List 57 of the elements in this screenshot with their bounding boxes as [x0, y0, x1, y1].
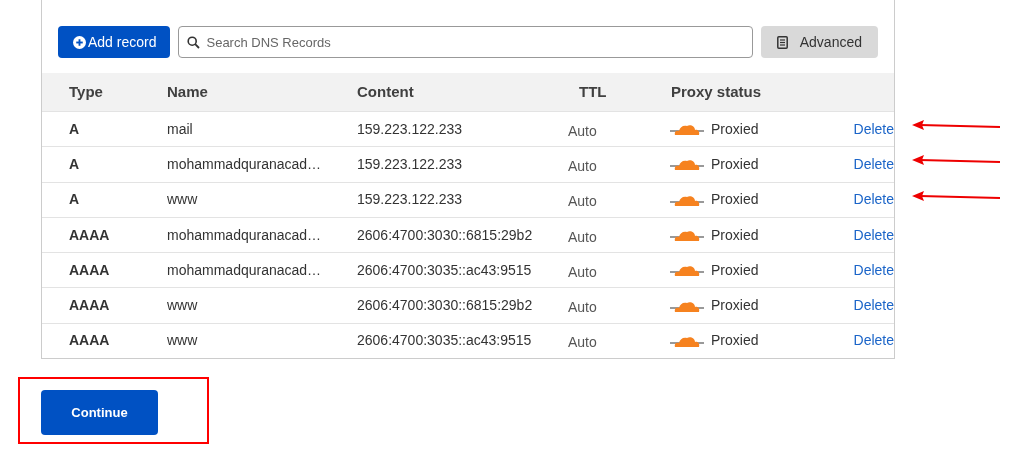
table-cell-text: 159.223.122.233 [357, 119, 464, 139]
table-cell-text: www [167, 331, 199, 351]
delete-link[interactable]: Delete [853, 120, 894, 137]
table-cell-text: 2606:4700:3035::ac43:9515 [357, 331, 533, 351]
add-record-button[interactable]: Add record [58, 26, 171, 58]
plus-circle-icon [73, 35, 86, 49]
table-cell-text: mohammadquranacad… [167, 154, 323, 174]
table-cell-text: AAAA [68, 260, 111, 280]
continue-button[interactable]: Continue [41, 390, 158, 436]
table-cell-text: 2606:4700:3035::ac43:9515 [357, 260, 533, 280]
table-cell-text: AAAA [68, 225, 111, 245]
table-cell-text: 159.223.122.233 [357, 154, 464, 174]
table-cell-text: Auto [568, 121, 598, 141]
proxy-status-text: Proxied [711, 119, 759, 139]
table-cell-text: mail [167, 119, 194, 139]
column-header: Type [68, 81, 104, 102]
table-cell-text: AAAA [68, 331, 111, 351]
table-cell-text: 2606:4700:3030::6815:29b2 [357, 225, 534, 245]
delete-link[interactable]: Delete [853, 155, 894, 172]
table-cell-text: 159.223.122.233 [357, 190, 464, 210]
delete-link[interactable]: Delete [853, 261, 894, 278]
proxy-status-text: Proxied [711, 260, 759, 280]
proxy-status-text: Proxied [711, 296, 759, 316]
document-icon [776, 35, 788, 49]
delete-link[interactable]: Delete [853, 332, 894, 349]
table-cell-text: AAAA [68, 296, 111, 316]
cloud-icon [669, 263, 705, 278]
advanced-button[interactable]: Advanced [760, 26, 878, 58]
delete-link[interactable]: Delete [853, 297, 894, 314]
table-cell-text: A [68, 190, 81, 210]
table-cell-text: Auto [568, 298, 598, 318]
table-cell-text: Auto [568, 262, 598, 282]
table-cell-text: www [167, 296, 199, 316]
table-cell-text: Auto [568, 192, 598, 212]
table-cell-text: A [68, 154, 81, 174]
cloud-icon [669, 157, 705, 172]
table-cell-text: mohammadquranacad… [167, 225, 323, 245]
column-header: Content [357, 81, 415, 102]
column-header: Proxy status [671, 81, 763, 102]
table-cell-text: A [68, 119, 81, 139]
cloud-icon [669, 122, 705, 137]
proxy-status-text: Proxied [711, 190, 759, 210]
proxy-status-text: Proxied [711, 331, 759, 351]
table-cell-text: Auto [568, 227, 598, 247]
delete-link[interactable]: Delete [853, 226, 894, 243]
table-cell-text: www [167, 190, 199, 210]
proxy-status-text: Proxied [711, 154, 759, 174]
table-cell-text: Auto [568, 333, 598, 353]
table-cell-text: 2606:4700:3030::6815:29b2 [357, 296, 534, 316]
search-field[interactable]: Search DNS Records [178, 26, 753, 58]
column-header: TTL [579, 81, 608, 102]
proxy-status-text: Proxied [711, 225, 759, 245]
delete-link[interactable]: Delete [853, 191, 894, 208]
column-header: Name [167, 81, 209, 102]
table-cell-text: Auto [568, 156, 598, 176]
table-cell-text: mohammadquranacad… [167, 260, 323, 280]
cloud-icon [669, 228, 705, 243]
